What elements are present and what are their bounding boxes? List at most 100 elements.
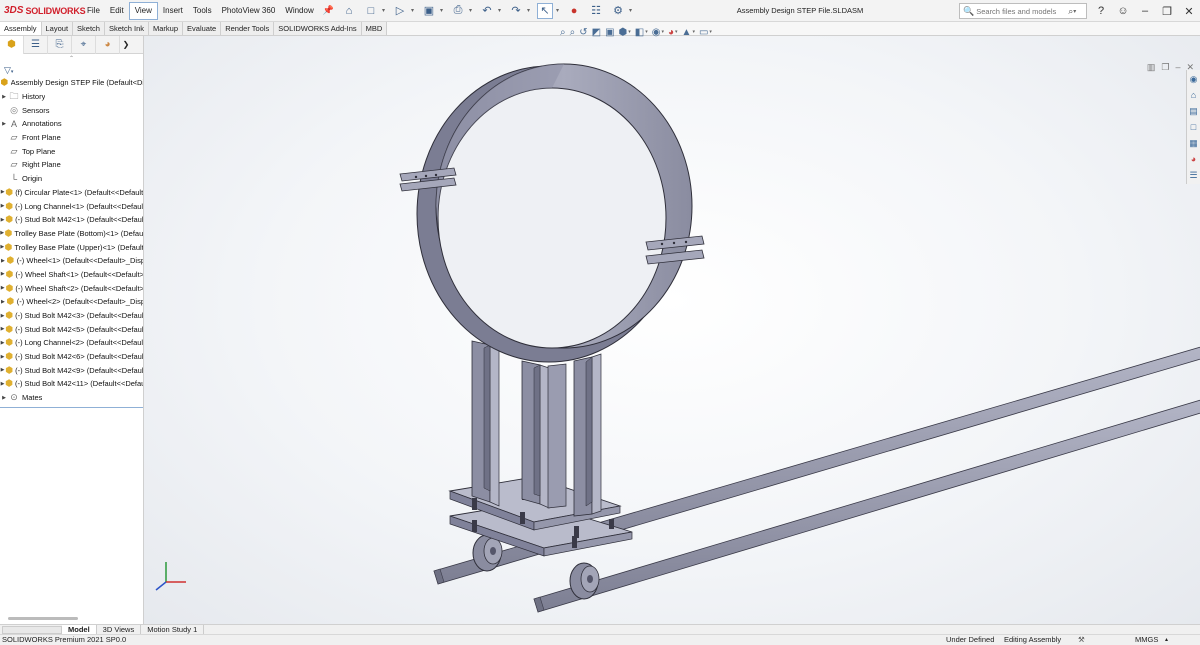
assembly-model[interactable] [144, 36, 1200, 624]
view-orientation-icon[interactable]: ⬢ [619, 27, 628, 38]
zoom-to-area-icon[interactable]: ⌕ [570, 27, 576, 38]
chevron-down-icon[interactable]: ▾ [675, 29, 678, 35]
tree-item[interactable]: ◎ Sensors [0, 103, 143, 117]
tab-assembly[interactable]: Assembly [0, 22, 42, 35]
tab-markup[interactable]: Markup [149, 22, 184, 35]
menu-file[interactable]: File [82, 0, 105, 22]
tree-item[interactable]: ▶ A Annotations [0, 117, 143, 131]
hide-show-items-icon[interactable]: ◉ [652, 27, 661, 38]
configuration-manager-icon[interactable]: ⎘ [48, 35, 72, 54]
tree-item[interactable]: ▶⬢(-) Stud Bolt M42<6> (Default<<Default… [0, 350, 143, 364]
new-document-icon[interactable]: □ [363, 3, 379, 19]
tree-item[interactable]: ▶⬢Trolley Base Plate (Bottom)<1> (Defaul… [0, 227, 143, 241]
tab-evaluate[interactable]: Evaluate [183, 22, 222, 35]
home-icon[interactable]: ⌂ [341, 3, 357, 19]
tree-item[interactable]: ▶⬢(-) Long Channel<1> (Default<<Default>… [0, 199, 143, 213]
graphics-area[interactable]: ▥ ❐ – ✕ ◉ ⌂ ▤ □ ▦ ◕ ☰ [144, 36, 1200, 624]
display-style-icon[interactable]: ◧ [635, 27, 644, 38]
select-arrow-icon[interactable]: ↖ [537, 2, 554, 19]
rebuild-status-icon[interactable]: ⚒ [1078, 635, 1085, 645]
restore-view-icon[interactable]: ❐ [1161, 62, 1169, 73]
chevron-down-icon[interactable]: ▾ [629, 7, 632, 14]
tab-motion-study[interactable]: Motion Study 1 [141, 625, 205, 634]
search-input[interactable] [976, 6, 1069, 16]
tree-item[interactable]: ▶⬢(-) Stud Bolt M42<1> (Default<<Default… [0, 213, 143, 227]
rebuild-icon[interactable]: ● [566, 3, 582, 19]
apply-scene-icon[interactable]: ▲ [682, 27, 692, 38]
tree-item[interactable]: ▶ 🗀 History [0, 90, 143, 104]
chevron-down-icon[interactable]: ▾ [440, 7, 443, 14]
chevron-down-icon[interactable]: ▾ [382, 7, 385, 14]
custom-properties-icon[interactable]: ☰ [1187, 168, 1200, 182]
expand-arrow-icon[interactable]: ▶ [0, 94, 8, 100]
undo-icon[interactable]: ↶ [479, 3, 495, 19]
tree-item[interactable]: ▱ Front Plane [0, 131, 143, 145]
file-explorer-icon[interactable]: □ [1187, 120, 1200, 134]
expand-arrow-icon[interactable]: ▶ [0, 395, 8, 401]
tree-root[interactable]: ⬢ Assembly Design STEP File (Default<Dis… [0, 76, 143, 90]
menu-window[interactable]: Window [280, 0, 318, 22]
design-library-icon[interactable]: ▤ [1187, 104, 1200, 118]
tree-item[interactable]: ▶⬢(-) Stud Bolt M42<3> (Default<<Default… [0, 309, 143, 323]
tree-item[interactable]: ▶⬢(-) Wheel Shaft<1> (Default<<Default>_… [0, 268, 143, 282]
feature-tree-icon[interactable]: ⬢ [0, 35, 24, 54]
view-palette-icon[interactable]: ▦ [1187, 136, 1200, 150]
property-manager-icon[interactable]: ☰ [24, 35, 48, 54]
open-icon[interactable]: ▷ [392, 3, 408, 19]
tab-scroll-nav[interactable] [2, 625, 62, 634]
vertical-channels[interactable] [471, 340, 602, 517]
tab-model[interactable]: Model [62, 625, 97, 634]
chevron-down-icon[interactable]: ▾ [709, 29, 712, 35]
tree-item[interactable]: ▶⬢(-) Stud Bolt M42<11> (Default<<Defaul… [0, 377, 143, 391]
filter-icon[interactable]: ▽▾ [0, 64, 143, 76]
dimxpert-icon[interactable]: ⌖ [72, 35, 96, 54]
pin-icon[interactable]: 📌 [319, 5, 338, 16]
tree-item[interactable]: ▶⬢(-) Stud Bolt M42<9> (Default<<Default… [0, 363, 143, 377]
solidworks-logo[interactable]: 3DS SOLIDWORKS [0, 5, 86, 16]
minimize-view-icon[interactable]: – [1175, 62, 1180, 73]
chevron-up-icon[interactable]: ▴ [1165, 635, 1168, 645]
save-icon[interactable]: ▣ [421, 3, 437, 19]
split-view-icon[interactable]: ▥ [1147, 62, 1156, 73]
print-icon[interactable]: ⎙ [450, 3, 466, 19]
chevron-down-icon[interactable]: ▾ [498, 7, 501, 14]
tab-solidworks-addins[interactable]: SOLIDWORKS Add-Ins [274, 22, 362, 35]
chevron-down-icon[interactable]: ▾ [661, 29, 664, 35]
user-icon[interactable]: ☺ [1112, 5, 1134, 17]
tab-render-tools[interactable]: Render Tools [221, 22, 275, 35]
view-settings-icon[interactable]: ▭ [699, 27, 708, 38]
tree-item[interactable]: ▶⬢(-) Wheel<1> (Default<<Default>_Displa… [0, 254, 143, 268]
horizontal-scrollbar[interactable] [8, 617, 78, 620]
expand-arrow-icon[interactable]: ▶ [0, 121, 8, 127]
tree-item[interactable]: ▶⬢Trolley Base Plate (Upper)<1> (Default… [0, 240, 143, 254]
tab-sketch-ink[interactable]: Sketch Ink [104, 22, 150, 35]
circular-plate[interactable] [416, 63, 693, 363]
appearances-icon[interactable]: ◕ [1187, 152, 1200, 166]
menu-tools[interactable]: Tools [188, 0, 217, 22]
redo-icon[interactable]: ↷ [508, 3, 524, 19]
menu-photoview[interactable]: PhotoView 360 [217, 0, 281, 22]
chevron-down-icon[interactable]: ▾ [1073, 8, 1076, 15]
status-units[interactable]: MMGS [1135, 635, 1158, 645]
solidworks-resources-icon[interactable]: ◉ [1187, 72, 1200, 86]
tree-item[interactable]: ▱ Right Plane [0, 158, 143, 172]
tree-item[interactable]: ▶⬢(-) Wheel Shaft<2> (Default<<Default>_… [0, 281, 143, 295]
tab-3d-views[interactable]: 3D Views [97, 625, 142, 634]
close-icon[interactable]: ✕ [1178, 5, 1200, 18]
search-box[interactable]: 🔍 ⌕▾ [959, 3, 1087, 19]
menu-view[interactable]: View [128, 1, 158, 20]
long-channel-2[interactable] [533, 399, 1200, 613]
menu-insert[interactable]: Insert [158, 0, 188, 22]
section-view-icon[interactable]: ◩ [592, 27, 601, 38]
tab-sketch[interactable]: Sketch [73, 22, 105, 35]
tree-item[interactable]: ▶⬢(-) Long Channel<2> (Default<<Default>… [0, 336, 143, 350]
collapse-handle-icon[interactable]: ⌃ [0, 54, 143, 64]
chevron-down-icon[interactable]: ▾ [628, 29, 631, 35]
chevron-down-icon[interactable]: ▾ [411, 7, 414, 14]
chevron-right-icon[interactable]: ❯ [120, 40, 132, 49]
home-icon[interactable]: ⌂ [1187, 88, 1200, 102]
tree-item[interactable]: ▶ ⬢ (f) Circular Plate<1> (Default<<Defaul… [0, 186, 143, 200]
edit-appearance-icon[interactable]: ◕ [668, 27, 674, 38]
file-properties-icon[interactable]: ☷ [588, 3, 604, 19]
tree-item[interactable]: ▱ Top Plane [0, 144, 143, 158]
